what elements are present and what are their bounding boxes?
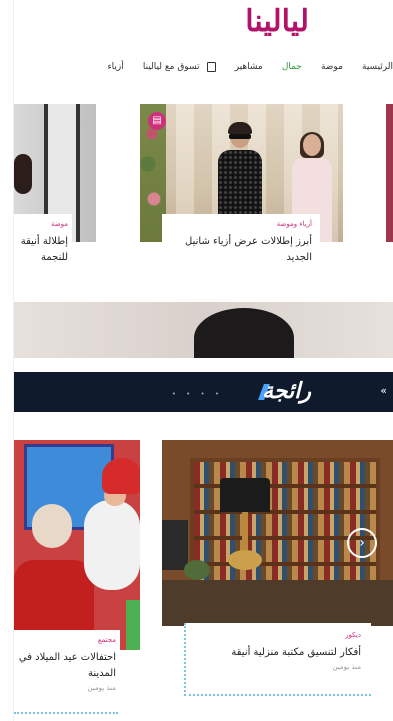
santa-hat — [102, 458, 140, 494]
article-category: موضة — [50, 220, 68, 228]
article-category: ديكور — [345, 631, 361, 639]
section-brand-title[interactable]: رائجة — [262, 378, 311, 404]
article-caption[interactable]: مجتمع احتفالات عيد الميلاد في المدينة من… — [14, 630, 120, 696]
article-title[interactable]: أفكار لتنسيق مكتبة منزلية أنيقة — [196, 645, 361, 661]
santa-beard — [84, 500, 140, 590]
sunglasses — [229, 134, 251, 139]
article-date: منذ يومين — [87, 684, 116, 692]
nav-item-shopping[interactable]: تسوق مع ليالينا — [143, 62, 200, 72]
hair — [228, 122, 252, 134]
article-title[interactable]: احتفالات عيد الميلاد في المدينة — [18, 650, 116, 682]
article-date: منذ يومين — [332, 663, 361, 671]
article-category: أزياء وموضة — [276, 220, 312, 228]
main-nav: الرئيسية موضة جمال مشاهير تسوق مع ليالين… — [14, 56, 393, 74]
monitor-shape — [162, 520, 188, 570]
carousel-right-image-edge[interactable] — [386, 104, 393, 242]
article-image[interactable]: › — [162, 440, 393, 626]
desk-shape — [162, 580, 393, 626]
carousel-left-caption[interactable]: موضة إطلالة أنيقة للنجمة — [14, 214, 72, 280]
gallery-icon: ▤ — [148, 112, 166, 130]
article-category: مجتمع — [97, 636, 116, 644]
play-icon[interactable]: › — [347, 528, 377, 558]
green-decor — [126, 600, 140, 650]
site-logo[interactable]: ليالينا — [189, 4, 309, 46]
nav-item-beauty[interactable]: جمال — [282, 62, 302, 72]
article-title[interactable]: أبرز إطلالات عرض أزياء شانيل الجديد — [170, 234, 312, 266]
lamp-base — [228, 550, 262, 570]
page: ليالينا الرئيسية موضة جمال مشاهير تسوق م… — [14, 0, 393, 721]
section-arrow-icon[interactable]: » — [380, 384, 387, 397]
article-image[interactable] — [14, 440, 140, 650]
bookshelf — [190, 458, 380, 598]
article-card-left[interactable]: مجتمع احتفالات عيد الميلاد في المدينة من… — [14, 440, 140, 696]
child-figure — [32, 504, 72, 548]
hat-shape — [194, 308, 294, 358]
person-shape — [14, 154, 32, 194]
lamp-shade — [220, 478, 270, 512]
left-edge-strip — [0, 0, 14, 721]
section-header-band: » رائجة • • • • — [14, 372, 393, 412]
nav-item-fashion[interactable]: موضة — [321, 62, 343, 72]
shopping-bag-icon — [206, 61, 216, 72]
nav-item-outfits[interactable]: أزياء — [107, 62, 123, 72]
dotted-divider — [14, 712, 118, 714]
plant-shape — [184, 560, 210, 580]
article-card-main[interactable]: › ديكور أفكار لتنسيق مكتبة منزلية أنيقة … — [162, 440, 393, 696]
nav-item-celebrities[interactable]: مشاهير — [235, 62, 263, 72]
head — [303, 134, 321, 156]
nav-item-home[interactable]: الرئيسية — [362, 62, 393, 72]
article-caption[interactable]: أزياء وموضة أبرز إطلالات عرض أزياء شانيل… — [162, 214, 320, 280]
dots-decor: • • • • — [171, 390, 223, 398]
carousel-main-card[interactable]: ▤ أزياء وموضة أبرز إطلالات عرض أزياء شان… — [140, 104, 343, 280]
article-title[interactable]: إطلالة أنيقة للنجمة — [18, 234, 68, 266]
article-caption[interactable]: ديكور أفكار لتنسيق مكتبة منزلية أنيقة من… — [184, 623, 371, 696]
hero-image[interactable] — [14, 302, 393, 358]
